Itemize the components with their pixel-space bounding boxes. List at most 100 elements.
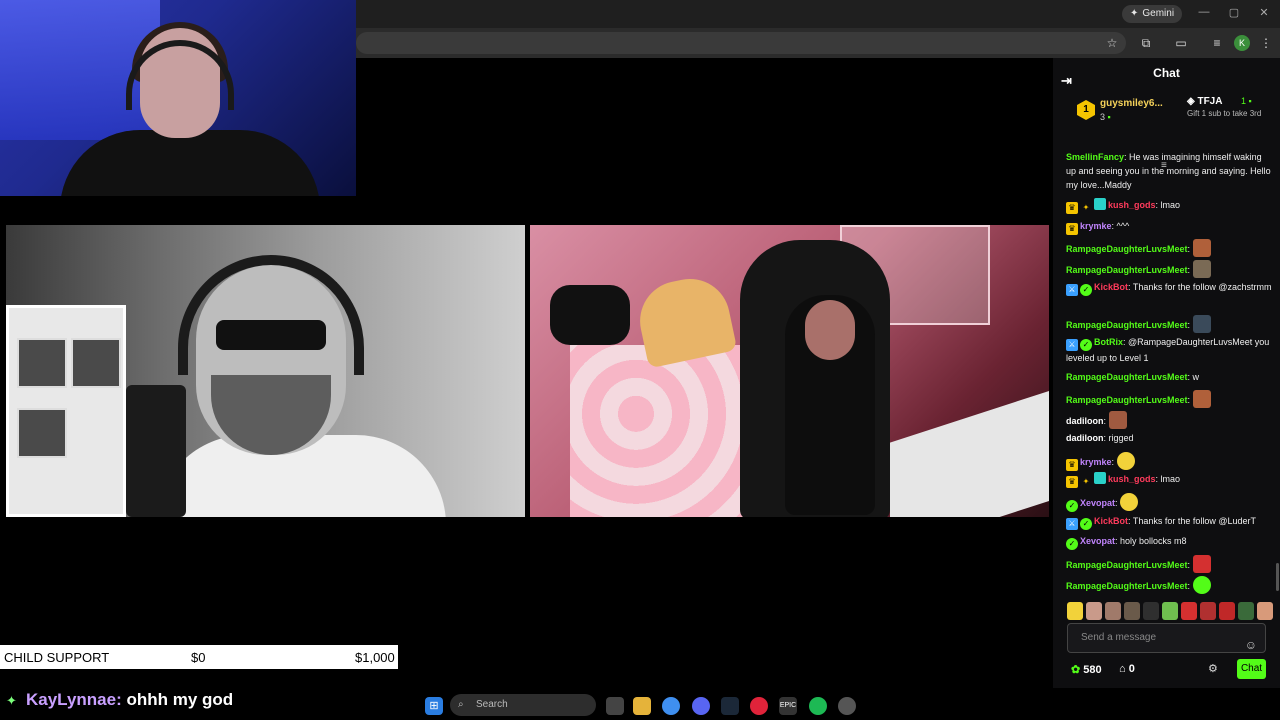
- task-view-icon[interactable]: [606, 697, 624, 715]
- crown-icon: ♛: [1066, 223, 1078, 235]
- chat-message: ⚔ ✓ KickBot: Thanks for the follow @LuderT: [1066, 514, 1272, 530]
- video-call-left: [6, 225, 525, 517]
- emote-button[interactable]: [1162, 602, 1178, 620]
- address-bar[interactable]: [356, 32, 1126, 54]
- emote-button[interactable]: [1219, 602, 1235, 620]
- bookmark-star-icon[interactable]: ☆: [1104, 35, 1120, 51]
- chat-message: ✓ Xevopat: holy bollocks m8: [1066, 534, 1272, 550]
- verified-icon: ✓: [1066, 500, 1078, 512]
- desk: [890, 387, 1049, 517]
- chat-message: dadiloon:: [1066, 411, 1272, 429]
- gift-icon: ✦: [1082, 477, 1090, 486]
- crown-icon: ♛: [1066, 476, 1078, 488]
- gift-icon: ✦: [1082, 203, 1090, 212]
- gemini-button[interactable]: ✦ Gemini: [1122, 5, 1183, 23]
- emote-button[interactable]: [1086, 602, 1102, 620]
- maximize-icon[interactable]: ▢: [1226, 6, 1242, 19]
- close-icon[interactable]: ✕: [1256, 6, 1272, 19]
- leader2-name[interactable]: ◈ TFJA: [1187, 96, 1222, 107]
- points-icon: ✿: [1071, 664, 1081, 676]
- crown-icon: ♛: [1066, 202, 1078, 214]
- verified-icon: ✓: [1066, 538, 1078, 550]
- discord-icon[interactable]: [692, 697, 710, 715]
- emote-button[interactable]: [1143, 602, 1159, 620]
- windows-start-icon[interactable]: ⊞: [425, 697, 443, 715]
- gift-note: Gift 1 sub to take 3rd: [1187, 109, 1262, 118]
- chat-message: RampageDaughterLuvsMeet:: [1066, 576, 1272, 594]
- gear-icon[interactable]: ⚙: [1208, 662, 1218, 675]
- sub-badge-icon: [1094, 472, 1106, 484]
- emote-button[interactable]: [1181, 602, 1197, 620]
- leader-count: 3 ▪: [1100, 112, 1111, 122]
- leader-name[interactable]: guysmiley6...: [1100, 98, 1163, 109]
- chat-message: RampageDaughterLuvsMeet: w: [1066, 372, 1200, 382]
- verified-icon: ✓: [1080, 518, 1092, 530]
- emote: [1120, 493, 1139, 511]
- microphone: [126, 385, 186, 517]
- chat-message: ⚔ ✓ BotRix: @RampageDaughterLuvsMeet you l…: [1066, 337, 1270, 363]
- spotify-icon[interactable]: [809, 697, 827, 715]
- leader2-count: 1 ▪: [1241, 96, 1252, 106]
- donation-goal-bar: CHILD SUPPORT $0 $1,000: [0, 645, 398, 669]
- chat-scrollbar[interactable]: [1276, 563, 1279, 591]
- emote: [1192, 239, 1211, 257]
- chat-message: dadiloon: rigged: [1066, 433, 1134, 443]
- emote: [1192, 315, 1211, 333]
- chrome-icon[interactable]: [662, 697, 680, 715]
- video-call-right: [530, 225, 1049, 517]
- chat-message: ⚔ ✓ KickBot: Thanks for the follow @zachst…: [1066, 280, 1272, 296]
- chat-message-input[interactable]: Send a message ☺: [1067, 623, 1266, 653]
- record-app-icon[interactable]: [750, 697, 768, 715]
- goal-target: $1,000: [355, 650, 395, 665]
- emote-button[interactable]: [1124, 602, 1140, 620]
- taskbar-search[interactable]: ⌕ Search: [450, 694, 596, 716]
- emote: [1192, 390, 1211, 408]
- steam-icon[interactable]: [721, 697, 739, 715]
- chat-title: Chat: [1153, 66, 1180, 80]
- chat-message: ♛ krymke:: [1066, 452, 1272, 471]
- chat-message: SmellinFancy: He was imagining himself w…: [1066, 152, 1271, 190]
- media-control-icon[interactable]: ≡: [1209, 35, 1225, 51]
- store-icon: ⌂: [1119, 663, 1126, 675]
- extensions-icon[interactable]: ⧉: [1138, 35, 1154, 51]
- more-menu-icon[interactable]: ⋮: [1258, 35, 1274, 51]
- chat-message: RampageDaughterLuvsMeet:: [1066, 315, 1272, 333]
- streamer-webcam: [0, 0, 356, 196]
- epic-games-icon[interactable]: EPIC: [779, 697, 797, 715]
- chat-message: RampageDaughterLuvsMeet:: [1066, 555, 1272, 573]
- cast-icon[interactable]: ▭: [1173, 35, 1189, 51]
- headphones: [178, 255, 364, 375]
- search-icon: ⌕: [458, 699, 464, 710]
- send-chat-button[interactable]: Chat: [1237, 659, 1266, 679]
- emote: [1108, 411, 1127, 429]
- emote: [1192, 260, 1211, 278]
- channel-points[interactable]: ✿ 580: [1071, 663, 1102, 676]
- chat-messages: SmellinFancy: He was imagining himself w…: [1053, 150, 1280, 594]
- emote-button[interactable]: [1067, 602, 1083, 620]
- person-face: [805, 300, 855, 360]
- file-explorer-icon[interactable]: [633, 697, 651, 715]
- emote-bar: [1067, 602, 1273, 622]
- app-icon[interactable]: [838, 697, 856, 715]
- emote: [1192, 576, 1211, 594]
- sparkle-icon: ✦: [1130, 8, 1139, 19]
- mod-icon: ⚔: [1066, 284, 1078, 296]
- emote-button[interactable]: [1257, 602, 1273, 620]
- minimize-icon[interactable]: —: [1196, 6, 1212, 18]
- profile-avatar[interactable]: K: [1234, 35, 1250, 51]
- webcam-body: [60, 130, 320, 196]
- taskbar: ⊞ ⌕ Search EPIC: [420, 690, 880, 720]
- sub-badge-icon: [1094, 198, 1106, 210]
- emote-button[interactable]: [1105, 602, 1121, 620]
- chat-panel: ⇥ Chat 1 guysmiley6... 3 ▪ ◈ TFJA 1 ▪ Gi…: [1053, 58, 1280, 688]
- emoji-icon[interactable]: ☺: [1245, 631, 1257, 659]
- goal-label: CHILD SUPPORT: [4, 650, 110, 665]
- overlay-chat-text: ohhh my god: [121, 690, 234, 709]
- emote-button[interactable]: [1238, 602, 1254, 620]
- chat-message: RampageDaughterLuvsMeet:: [1066, 260, 1272, 278]
- rank-badge: 1: [1077, 100, 1095, 120]
- chat-message: ♛ ✦ kush_gods: lmao: [1066, 472, 1272, 488]
- mod-icon: ⚔: [1066, 339, 1078, 351]
- emote-button[interactable]: [1200, 602, 1216, 620]
- store-count[interactable]: ⌂ 0: [1119, 663, 1135, 675]
